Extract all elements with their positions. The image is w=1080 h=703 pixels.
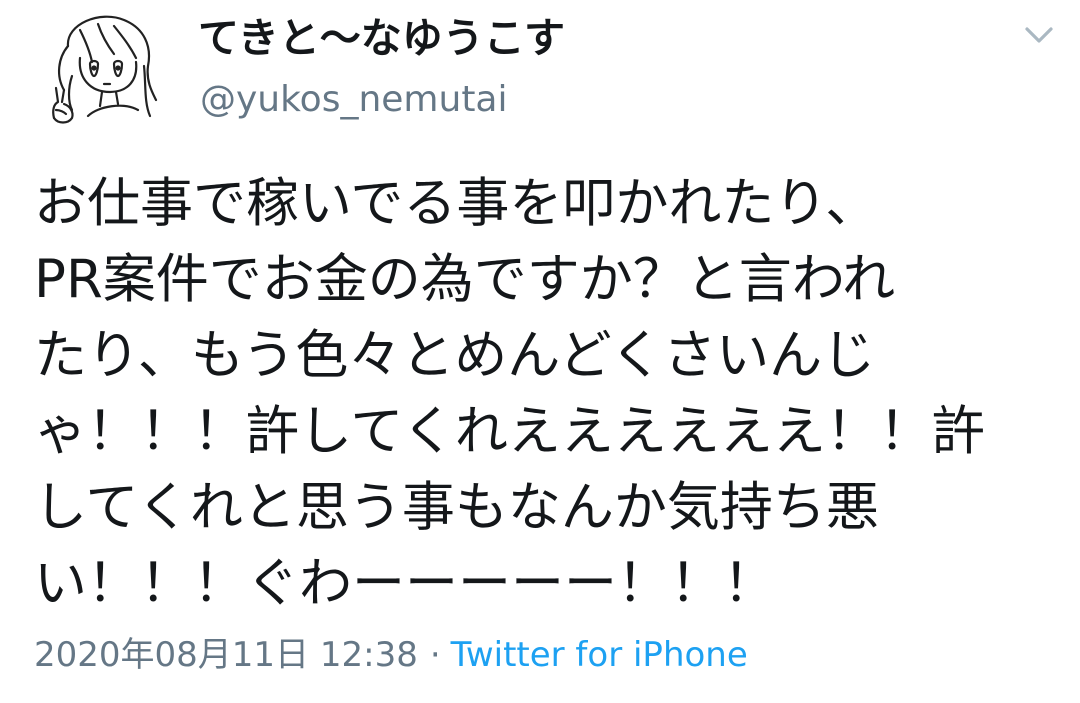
tweet-card: てきと〜なゆうこす @yukos_nemutai お仕事で稼いでる事を叩かれたり… xyxy=(0,0,1080,703)
tweet-timestamp[interactable]: 2020年08月11日 12:38 xyxy=(34,635,418,675)
tweet-meta: 2020年08月11日 12:38 · Twitter for iPhone xyxy=(34,630,748,680)
tweet-text-line: お仕事で稼いでる事を叩かれたり、 xyxy=(34,173,879,234)
meta-separator: · xyxy=(429,635,441,675)
avatar-drawing-icon xyxy=(52,15,158,124)
tweet-text-line: い！！！ぐわーーーーー！！！ xyxy=(34,553,776,614)
tweet-text-line: ゃ！！！許してくれええええええ！！許 xyxy=(34,401,985,462)
display-name[interactable]: てきと〜なゆうこす xyxy=(198,12,565,64)
tweet-source-link[interactable]: Twitter for iPhone xyxy=(451,635,748,675)
tweet-text-line: PR案件でお金の為ですか？と言われ xyxy=(34,249,896,310)
user-handle[interactable]: @yukos_nemutai xyxy=(200,77,508,123)
tweet-text: お仕事で稼いでる事を叩かれたり、 PR案件でお金の為ですか？と言われ たり、もう… xyxy=(34,166,1044,622)
tweet-text-line: してくれと思う事もなんか気持ち悪 xyxy=(34,477,879,538)
tweet-text-line: たり、もう色々とめんどくさいんじ xyxy=(34,325,876,386)
avatar[interactable] xyxy=(28,6,168,146)
tweet-menu-button[interactable] xyxy=(1018,20,1060,50)
chevron-down-icon xyxy=(1025,27,1053,43)
